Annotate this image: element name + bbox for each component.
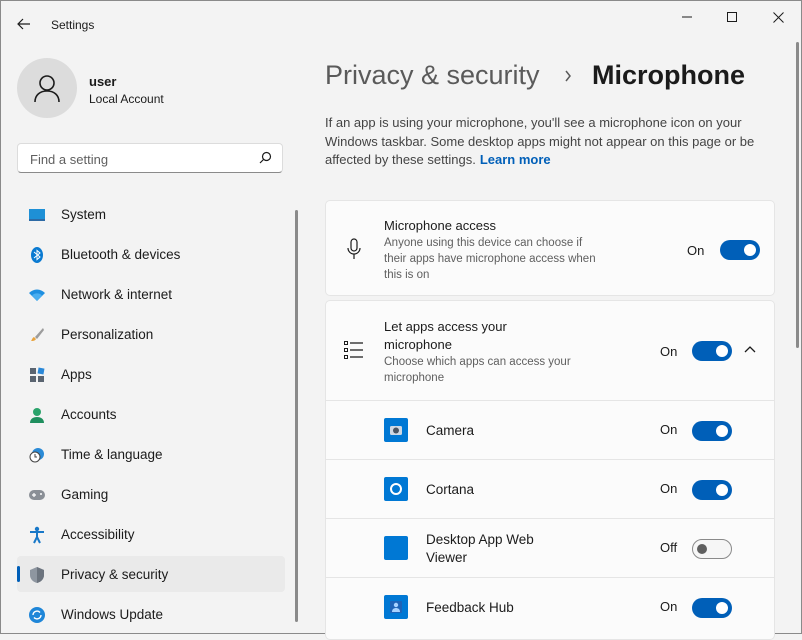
toggle-knob	[697, 544, 707, 554]
gamepad-icon	[28, 486, 46, 504]
sidebar-item-accessibility[interactable]: Accessibility	[17, 516, 285, 552]
app-name: Cortana	[426, 482, 475, 497]
web-viewer-app-icon	[384, 536, 408, 560]
feedback-hub-toggle[interactable]	[692, 598, 732, 618]
toggle-knob	[716, 602, 728, 614]
sidebar-item-network[interactable]: Network & internet	[17, 276, 285, 312]
title-bar: Settings	[0, 0, 802, 40]
clock-globe-icon	[28, 446, 46, 464]
wifi-icon	[28, 286, 46, 304]
app-state: On	[660, 599, 678, 614]
breadcrumb-parent[interactable]: Privacy & security	[325, 60, 540, 91]
sidebar-item-label: Accounts	[61, 407, 117, 422]
cortana-toggle[interactable]	[692, 480, 732, 500]
sidebar-item-apps[interactable]: Apps	[17, 356, 285, 392]
back-arrow-icon	[17, 18, 30, 30]
window-title: Settings	[51, 18, 95, 32]
app-access-state: On	[660, 344, 678, 359]
account-type: Local Account	[89, 92, 164, 106]
sidebar-item-label: Personalization	[61, 327, 154, 342]
minimize-icon	[682, 16, 692, 18]
sidebar-item-label: Accessibility	[61, 527, 135, 542]
microphone-access-toggle[interactable]	[720, 240, 760, 260]
app-access-title: Let apps access your microphone	[384, 319, 507, 352]
app-access-card: Let apps access your microphone Choose w…	[325, 300, 775, 640]
main-scrollbar[interactable]	[796, 42, 799, 348]
maximize-icon	[727, 12, 737, 22]
sidebar-item-label: Bluetooth & devices	[61, 247, 181, 262]
user-icon	[34, 75, 60, 103]
app-name: Camera	[426, 423, 475, 438]
app-row-cortana: Cortana On	[326, 459, 774, 518]
accounts-icon	[28, 406, 46, 424]
chevron-right-icon	[565, 70, 571, 82]
sidebar-item-label: Windows Update	[61, 607, 164, 622]
camera-app-icon	[384, 418, 408, 442]
sidebar-nav: System Bluetooth & devices Network & int…	[17, 196, 285, 636]
sidebar-item-system[interactable]: System	[17, 196, 285, 232]
sidebar-item-gaming[interactable]: Gaming	[17, 476, 285, 512]
sidebar-item-windows-update[interactable]: Windows Update	[17, 596, 285, 632]
sidebar-item-label: System	[61, 207, 107, 222]
app-state: On	[660, 481, 678, 496]
microphone-access-card: Microphone access Anyone using this devi…	[325, 200, 775, 296]
maximize-button[interactable]	[709, 2, 755, 32]
sidebar-item-bluetooth[interactable]: Bluetooth & devices	[17, 236, 285, 272]
sidebar-item-label: Gaming	[61, 487, 109, 502]
apps-icon	[28, 366, 46, 384]
page-title: Microphone	[592, 60, 745, 90]
app-row-camera: Camera On	[326, 400, 774, 459]
sidebar-item-label: Time & language	[61, 447, 163, 462]
microphone-access-subtitle: Anyone using this device can choose if t…	[384, 237, 596, 281]
sidebar-item-accounts[interactable]: Accounts	[17, 396, 285, 432]
app-row-feedback-hub: Feedback Hub On	[326, 577, 774, 636]
brush-icon	[28, 326, 46, 344]
sidebar-item-personalization[interactable]: Personalization	[17, 316, 285, 352]
sidebar-item-time-language[interactable]: Time & language	[17, 436, 285, 472]
sidebar-item-label: Network & internet	[61, 287, 173, 302]
app-row-desktop-web-viewer: Desktop App Web Viewer Off	[326, 518, 774, 577]
toggle-knob	[716, 345, 728, 357]
page-description: If an app is using your microphone, you'…	[325, 114, 780, 170]
microphone-access-state: On	[687, 243, 705, 258]
desktop-web-viewer-toggle[interactable]	[692, 539, 732, 559]
close-button[interactable]	[755, 2, 801, 32]
accessibility-icon	[28, 526, 46, 544]
sidebar-item-label: Apps	[61, 367, 92, 382]
app-state: Off	[660, 540, 678, 555]
app-name: Feedback Hub	[426, 600, 514, 615]
microphone-access-title: Microphone access	[384, 218, 496, 233]
app-name: Desktop App Web Viewer	[426, 532, 534, 565]
search-box[interactable]	[17, 143, 283, 173]
update-icon	[28, 606, 46, 624]
system-icon	[28, 206, 46, 224]
list-icon	[344, 341, 363, 359]
sidebar-item-label: Privacy & security	[61, 567, 169, 582]
toggle-knob	[744, 244, 756, 256]
chevron-up-icon[interactable]	[744, 345, 756, 353]
app-access-subtitle: Choose which apps can access your microp…	[384, 356, 571, 384]
search-input[interactable]	[28, 149, 252, 169]
toggle-knob	[716, 484, 728, 496]
search-icon	[259, 151, 272, 164]
feedback-hub-app-icon	[384, 595, 408, 619]
bluetooth-icon	[28, 246, 46, 264]
close-icon	[772, 11, 784, 23]
sidebar-scrollbar[interactable]	[295, 210, 298, 622]
camera-toggle[interactable]	[692, 421, 732, 441]
toggle-knob	[716, 425, 728, 437]
sidebar-item-privacy-security[interactable]: Privacy & security	[17, 556, 285, 592]
learn-more-link[interactable]: Learn more	[480, 152, 551, 167]
cortana-app-icon	[384, 477, 408, 501]
avatar[interactable]	[17, 58, 77, 118]
microphone-icon	[347, 238, 361, 259]
back-button[interactable]	[10, 10, 38, 38]
user-name: user	[89, 74, 117, 89]
app-state: On	[660, 422, 678, 437]
shield-icon	[28, 566, 46, 584]
minimize-button[interactable]	[664, 2, 710, 32]
app-access-toggle[interactable]	[692, 341, 732, 361]
